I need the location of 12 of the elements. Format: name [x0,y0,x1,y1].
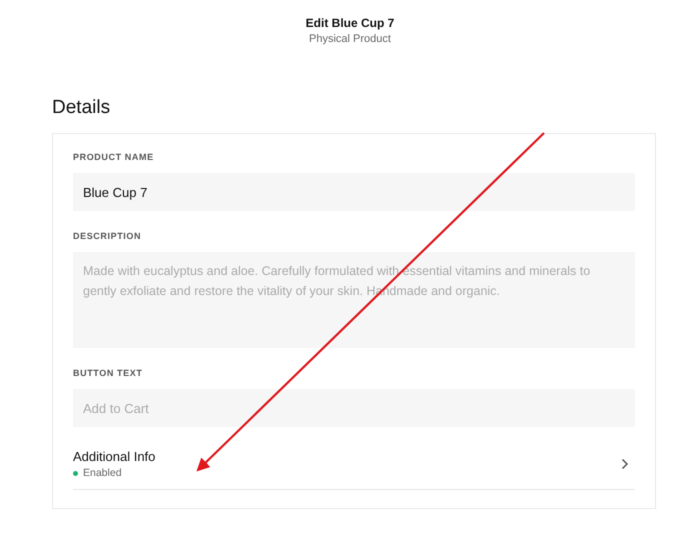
additional-info-title: Additional Info [73,449,156,464]
section-heading: Details [52,97,112,120]
field-label: PRODUCT NAME [73,152,155,164]
additional-info-row[interactable]: Additional Info Enabled [73,445,635,490]
status-text: Enabled [83,467,122,479]
chevron-right-icon [621,458,629,470]
text-field[interactable]: Add to Cart [73,389,635,427]
field-label: BUTTON TEXT [73,368,144,380]
page-title: Edit Blue Cup 7 [306,16,394,30]
page-subtitle: Physical Product [309,33,391,45]
text-field[interactable]: Blue Cup 7 [73,173,635,211]
field-label: DESCRIPTION [73,231,142,243]
